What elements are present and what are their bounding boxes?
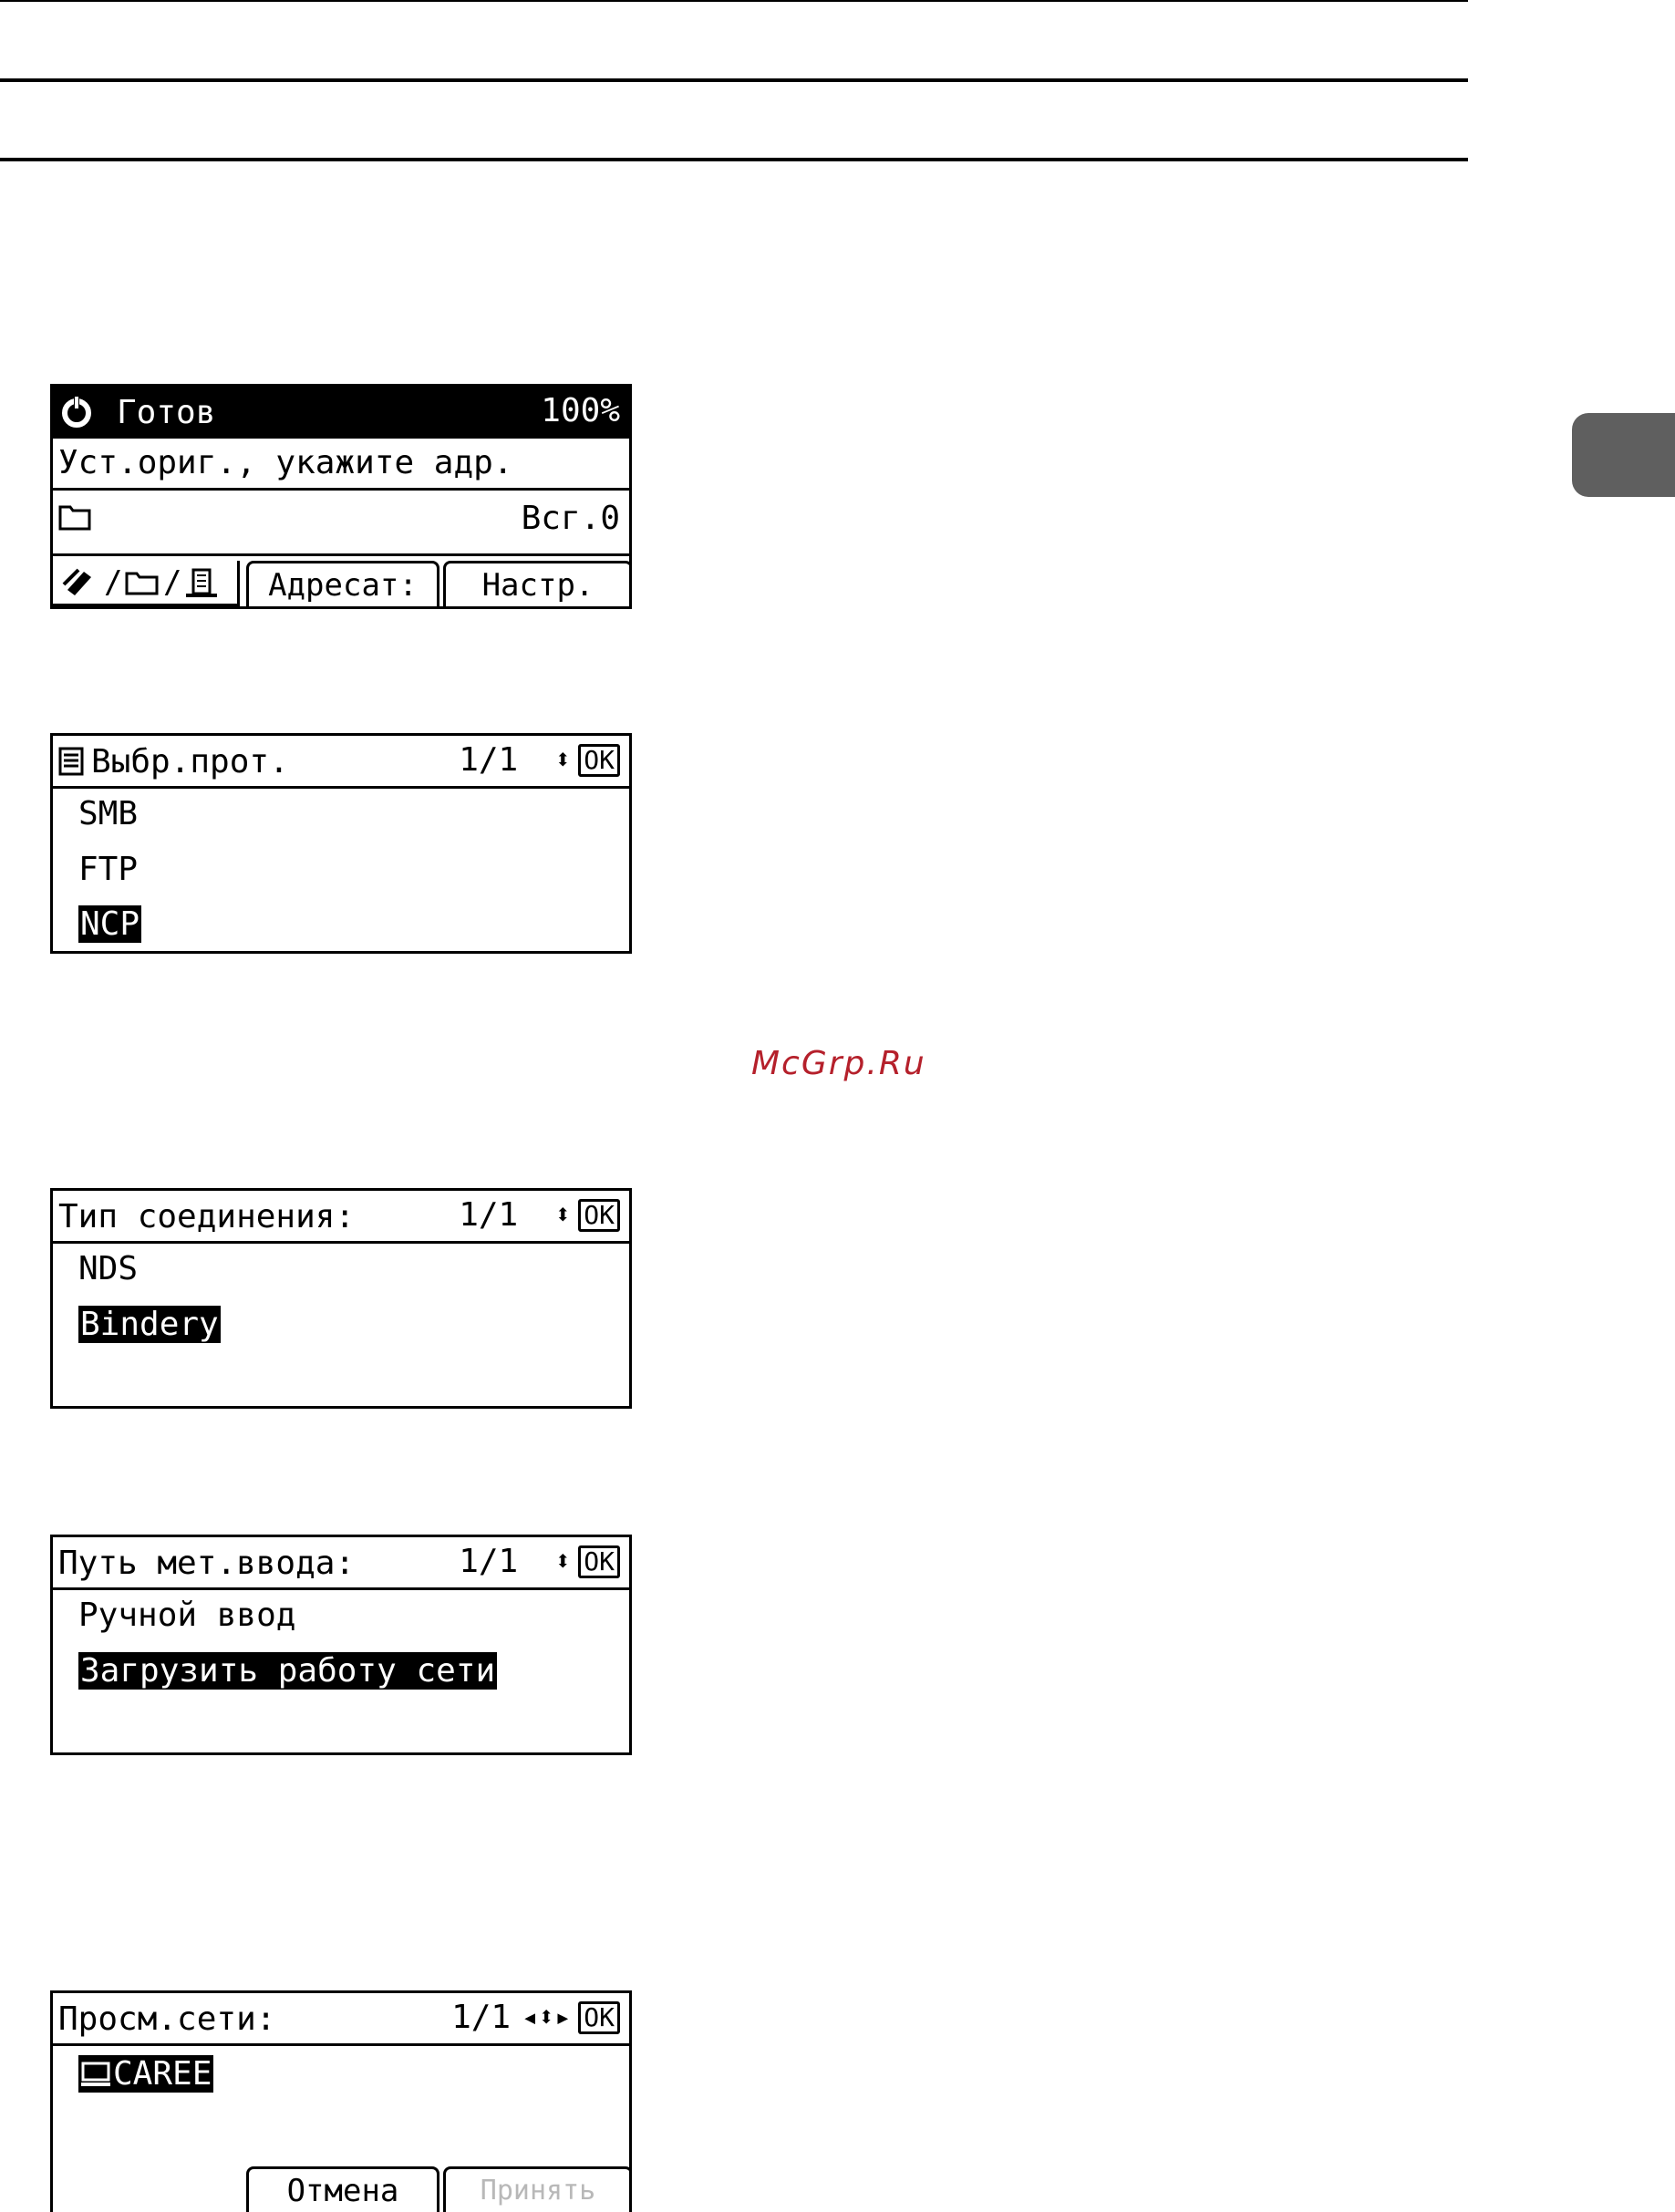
list-item-selected[interactable]: CAREE xyxy=(78,2055,214,2096)
screen-header: Тип соединения: 1/1 ⬍ OK xyxy=(53,1191,629,1244)
destination-row: Всг.0 xyxy=(53,491,629,545)
ok-button[interactable]: OK xyxy=(578,743,620,777)
chapter-thumb-tab xyxy=(1572,413,1675,497)
tab-mode-select[interactable]: / / xyxy=(53,561,240,606)
list-item-selected[interactable]: NCP xyxy=(78,905,142,943)
ok-button[interactable]: OK xyxy=(578,1198,620,1232)
status-bar: Готов 100% xyxy=(53,387,629,439)
ok-button[interactable]: OK xyxy=(578,2000,620,2034)
folder-icon xyxy=(58,501,91,539)
list-item-selected[interactable]: Загрузить работу сети xyxy=(78,1652,498,1690)
screen-title: Просм.сети: xyxy=(58,2000,276,2038)
mode-icons: / / xyxy=(62,564,217,601)
instruction-text: Уст.ориг., укажите адр. xyxy=(58,444,513,481)
screen-title: Выбр.прот. xyxy=(91,743,289,780)
page-indicator: 1/1 xyxy=(459,1543,519,1580)
softkey-tabs: / / Адресат: Настр. xyxy=(53,553,629,606)
list-item[interactable]: FTP xyxy=(78,851,138,888)
list-item[interactable]: SMB xyxy=(78,795,138,832)
list-item[interactable]: NDS xyxy=(78,1250,138,1287)
up-down-arrows-icon: ⬍ xyxy=(554,744,572,776)
header-rule-bottom xyxy=(0,158,1468,161)
ready-icon xyxy=(60,396,93,437)
header-rule-top xyxy=(0,0,1468,2)
tab-destination[interactable]: Адресат: xyxy=(246,561,439,606)
list-item-selected[interactable]: Bindery xyxy=(78,1306,221,1343)
page-indicator: 1/1 xyxy=(459,1196,519,1234)
screen-title: Путь мет.ввода: xyxy=(58,1545,356,1582)
instruction-row: Уст.ориг., укажите адр. xyxy=(53,439,629,491)
status-text: Готов xyxy=(117,394,216,431)
screen-header: Выбр.прот. 1/1 ⬍ OK xyxy=(53,736,629,789)
up-down-arrows-icon: ⬍ xyxy=(554,1199,572,1231)
list-icon xyxy=(58,747,84,784)
four-way-arrows-icon: ◂⬍▸ xyxy=(522,2001,572,2033)
screen-title: Тип соединения: xyxy=(58,1198,356,1235)
computer-icon xyxy=(81,2062,110,2086)
screen-header: Просм.сети: 1/1 ◂⬍▸ OK xyxy=(53,1993,629,2046)
tab-settings[interactable]: Настр. xyxy=(443,561,629,606)
page-indicator: 1/1 xyxy=(459,741,519,779)
softkey-tabs: Отмена Принять xyxy=(53,2162,629,2212)
screen-protocol: Выбр.прот. 1/1 ⬍ OK SMB FTP NCP xyxy=(50,733,632,954)
accept-button[interactable]: Принять xyxy=(443,2166,629,2212)
list-item[interactable]: Ручной ввод xyxy=(78,1597,295,1634)
screen-browse-network: Просм.сети: 1/1 ◂⬍▸ OK CAREE Отмена Прин… xyxy=(50,1990,632,2212)
up-down-arrows-icon: ⬍ xyxy=(554,1545,572,1577)
cancel-button[interactable]: Отмена xyxy=(246,2166,439,2212)
screen-ready: Готов 100% Уст.ориг., укажите адр. Всг.0… xyxy=(50,384,632,609)
screen-input-method: Путь мет.ввода: 1/1 ⬍ OK Ручной ввод Заг… xyxy=(50,1535,632,1755)
screen-header: Путь мет.ввода: 1/1 ⬍ OK xyxy=(53,1537,629,1590)
zoom-level: 100% xyxy=(541,392,620,429)
header-rule-middle xyxy=(0,78,1468,82)
page-indicator: 1/1 xyxy=(451,1999,512,2036)
svg-text:/: / xyxy=(163,564,181,601)
screen-connection-type: Тип соединения: 1/1 ⬍ OK NDS Bindery xyxy=(50,1188,632,1409)
svg-text:/: / xyxy=(104,564,122,601)
total-count: Всг.0 xyxy=(521,500,620,537)
watermark: McGrp.Ru xyxy=(751,1045,926,1082)
ok-button[interactable]: OK xyxy=(578,1545,620,1578)
